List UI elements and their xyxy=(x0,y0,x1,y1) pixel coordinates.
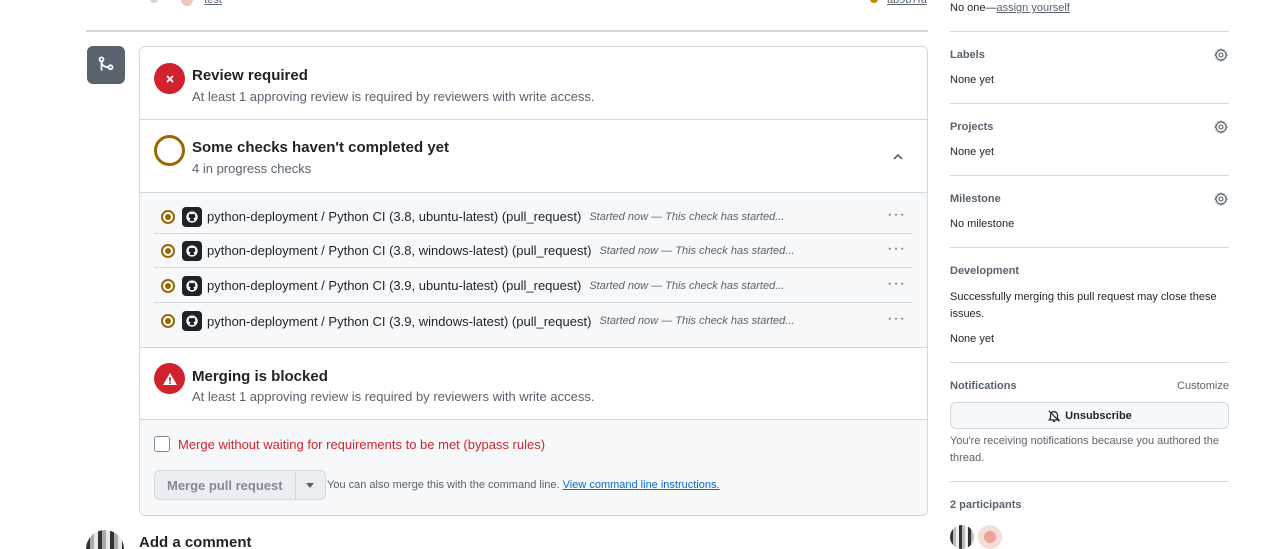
merge-box: Review required At least 1 approving rev… xyxy=(139,46,928,516)
assignees-value: No one—assign yourself xyxy=(950,2,1229,14)
notifications-text: You're receiving notifications because y… xyxy=(950,435,1219,464)
checks-section[interactable]: Some checks haven't completed yet 4 in p… xyxy=(140,120,927,193)
milestone-heading[interactable]: Milestone xyxy=(950,193,1229,205)
projects-value: None yet xyxy=(950,146,995,158)
labels-heading[interactable]: Labels xyxy=(950,49,1229,61)
commit-link[interactable]: test xyxy=(204,0,222,6)
bypass-label[interactable]: Merge without waiting for requirements t… xyxy=(178,437,545,452)
github-logo-icon xyxy=(182,311,202,331)
timeline-divider xyxy=(86,30,928,32)
assign-yourself-link[interactable]: assign yourself xyxy=(996,2,1069,14)
merge-button-group: Merge pull request xyxy=(154,470,326,500)
divider xyxy=(950,247,1229,248)
add-comment-heading: Add a comment xyxy=(139,534,252,549)
check-name[interactable]: python-deployment / Python CI (3.9, wind… xyxy=(207,314,591,329)
check-description: Started now — This check has started... xyxy=(599,244,795,257)
check-row[interactable]: python-deployment / Python CI (3.9, wind… xyxy=(154,304,912,338)
in-progress-icon xyxy=(161,243,175,258)
unsubscribe-label: Unsubscribe xyxy=(1065,409,1132,422)
alert-icon xyxy=(154,363,185,394)
development-section: Development Successfully merging this pu… xyxy=(950,265,1229,345)
kebab-menu-icon[interactable]: ··· xyxy=(887,241,906,257)
in-progress-icon xyxy=(161,314,175,328)
check-description: Started now — This check has started... xyxy=(589,210,785,223)
merge-method-dropdown[interactable] xyxy=(295,470,326,500)
divider xyxy=(950,103,1229,104)
checks-list: python-deployment / Python CI (3.8, ubun… xyxy=(140,193,927,348)
avatar xyxy=(86,530,124,549)
unsubscribe-button[interactable]: Unsubscribe xyxy=(950,402,1229,429)
kebab-menu-icon[interactable]: ··· xyxy=(887,276,906,292)
gear-icon[interactable] xyxy=(1214,192,1228,206)
git-merge-icon xyxy=(87,46,125,84)
gear-icon[interactable] xyxy=(1214,120,1228,134)
pending-circle-icon xyxy=(154,135,185,166)
timeline-dot xyxy=(150,0,158,3)
avatar[interactable] xyxy=(950,525,974,549)
development-heading[interactable]: Development xyxy=(950,265,1229,277)
divider xyxy=(950,31,1229,32)
checks-subtitle: 4 in progress checks xyxy=(192,161,312,176)
gear-icon[interactable] xyxy=(1214,48,1228,62)
checks-title: Some checks haven't completed yet xyxy=(192,139,449,156)
labels-section: Labels None yet xyxy=(950,48,1229,86)
development-value: None yet xyxy=(950,333,995,345)
review-subtitle: At least 1 approving review is required … xyxy=(192,89,595,104)
development-text: Successfully merging this pull request m… xyxy=(950,291,1217,320)
commit-sha-link[interactable]: ab9b7fa xyxy=(887,0,927,6)
kebab-menu-icon[interactable]: ··· xyxy=(887,311,906,327)
review-required-section: Review required At least 1 approving rev… xyxy=(140,47,927,120)
command-line-instructions-link[interactable]: View command line instructions. xyxy=(563,479,720,491)
check-name[interactable]: python-deployment / Python CI (3.8, ubun… xyxy=(207,209,581,224)
in-progress-icon xyxy=(161,209,175,224)
merging-blocked-section: Merging is blocked At least 1 approving … xyxy=(140,348,927,420)
projects-heading[interactable]: Projects xyxy=(950,121,1229,133)
github-logo-icon xyxy=(182,206,202,227)
milestone-section: Milestone No milestone xyxy=(950,192,1229,230)
milestone-value: No milestone xyxy=(950,218,1015,230)
github-logo-icon xyxy=(182,240,202,261)
bypass-option[interactable]: Merge without waiting for requirements t… xyxy=(154,436,545,452)
projects-section: Projects None yet xyxy=(950,120,1229,158)
notifications-section: Notifications Customize xyxy=(950,380,1229,392)
bypass-checkbox[interactable] xyxy=(154,436,170,452)
check-row[interactable]: python-deployment / Python CI (3.8, ubun… xyxy=(154,200,912,234)
review-title: Review required xyxy=(192,67,308,84)
avatar[interactable] xyxy=(978,525,1002,549)
in-progress-icon xyxy=(161,278,175,293)
participants-heading: 2 participants xyxy=(950,499,1022,511)
assignees-prefix: No one— xyxy=(950,2,997,14)
merge-hint: You can also merge this with the command… xyxy=(327,479,720,491)
commit-author-avatar xyxy=(181,0,194,7)
check-row[interactable]: python-deployment / Python CI (3.8, wind… xyxy=(154,234,912,268)
customize-link[interactable]: Customize xyxy=(1177,380,1229,392)
merge-actions: Merge without waiting for requirements t… xyxy=(140,420,927,515)
github-logo-icon xyxy=(182,275,202,296)
merge-pull-request-button[interactable]: Merge pull request xyxy=(154,470,296,500)
merge-hint-text: You can also merge this with the command… xyxy=(327,479,560,491)
x-circle-icon xyxy=(154,63,185,94)
kebab-menu-icon[interactable]: ··· xyxy=(887,207,906,223)
check-name[interactable]: python-deployment / Python CI (3.9, ubun… xyxy=(207,278,581,293)
commit-sha: ab9b7fa xyxy=(870,0,927,6)
check-row[interactable]: python-deployment / Python CI (3.9, ubun… xyxy=(154,269,912,303)
divider xyxy=(950,362,1229,363)
blocked-title: Merging is blocked xyxy=(192,368,328,385)
chevron-up-icon[interactable] xyxy=(891,150,905,164)
timeline-commit: test xyxy=(150,0,222,7)
caret-down-icon xyxy=(306,482,315,488)
labels-value: None yet xyxy=(950,74,995,86)
check-description: Started now — This check has started... xyxy=(589,279,785,292)
check-description: Started now — This check has started... xyxy=(599,315,795,327)
bell-slash-icon xyxy=(1047,409,1061,422)
check-name[interactable]: python-deployment / Python CI (3.8, wind… xyxy=(207,243,591,258)
divider xyxy=(950,175,1229,176)
commit-status-dot xyxy=(870,0,878,3)
blocked-subtitle: At least 1 approving review is required … xyxy=(192,389,595,404)
divider xyxy=(950,481,1229,482)
